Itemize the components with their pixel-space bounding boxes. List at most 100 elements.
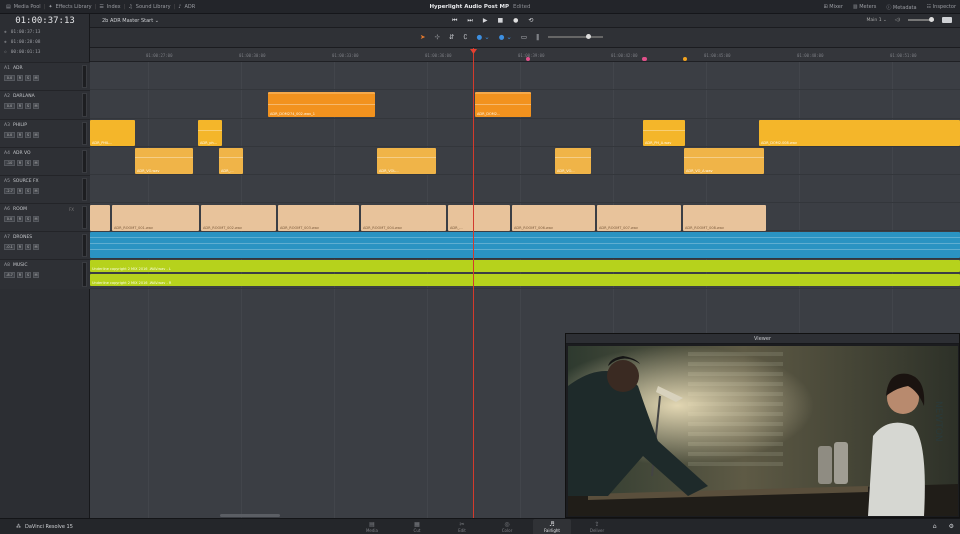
audio-clip[interactable]: ADR_PHIL... xyxy=(90,120,135,146)
audio-clip[interactable]: ADR_PH_A.wav xyxy=(643,120,685,146)
track-volume[interactable]: -10 xyxy=(4,160,15,166)
lane-a1[interactable] xyxy=(90,62,960,90)
mute-button[interactable]: M xyxy=(33,160,39,166)
track-volume[interactable]: -0.1 xyxy=(4,244,15,250)
solo-button[interactable]: S xyxy=(25,103,31,109)
track-header-a6[interactable]: A6 ROOM FX 0.0 R S M xyxy=(0,203,90,231)
audio-clip[interactable]: ADR_ROOMT_007.wav xyxy=(597,205,681,231)
range-tool-icon[interactable]: ⊹ xyxy=(434,33,439,41)
track-header-a1[interactable]: A1 ADR 0.0 R S M xyxy=(0,62,90,90)
timeline-marker[interactable] xyxy=(526,57,530,61)
lane-a2[interactable]: ADR_DOM274_002.wav_1 ADR_DOM2... xyxy=(90,90,960,119)
fast-forward-button[interactable]: ⏭ xyxy=(467,17,472,25)
record-arm-button[interactable]: R xyxy=(17,132,23,138)
record-arm-button[interactable]: R xyxy=(17,103,23,109)
audio-clip-music-left[interactable]: Underline copyright 2 MIX 2016 .WAV.wav … xyxy=(90,260,960,272)
mute-button[interactable]: M xyxy=(33,75,39,81)
effects-library-button[interactable]: Effects Library xyxy=(56,4,92,10)
bus-selector[interactable]: Main 1 ⌄ xyxy=(867,18,887,23)
solo-button[interactable]: S xyxy=(25,75,31,81)
waveform-view-icon[interactable]: ▭ xyxy=(521,33,527,41)
track-header-a5[interactable]: A5 SOURCE FX -2.7 R S M xyxy=(0,175,90,203)
inspector-button[interactable]: ☷ Inspector xyxy=(927,4,956,11)
sound-library-icon[interactable]: ♫ xyxy=(128,4,132,10)
audio-clip[interactable]: ADR_VOL... xyxy=(377,148,436,174)
page-cut[interactable]: ▦ Cut xyxy=(402,521,432,533)
slider-knob[interactable] xyxy=(929,17,934,22)
audio-clip[interactable]: ADR_DOM2... xyxy=(475,92,531,117)
mute-button[interactable]: M xyxy=(33,188,39,194)
flag-icon[interactable]: ● ⌄ xyxy=(499,33,512,41)
mute-button[interactable]: M xyxy=(33,103,39,109)
monitor-volume-slider[interactable] xyxy=(908,17,934,22)
audio-clip[interactable]: ADR_DOM2.008.wav xyxy=(759,120,960,146)
audio-clip-music-right[interactable]: Underline copyright 2 MIX 2016 .WAV.wav … xyxy=(90,274,960,286)
meters-button[interactable]: ▥ Meters xyxy=(853,4,876,11)
track-volume[interactable]: 0.0 xyxy=(4,103,15,109)
stop-button[interactable]: ■ xyxy=(497,17,503,25)
timeline-marker[interactable] xyxy=(643,57,647,61)
audio-clip[interactable] xyxy=(90,205,110,231)
playhead[interactable] xyxy=(473,48,474,518)
track-header-a2[interactable]: A2 DARLANA 0.0 R S M xyxy=(0,90,90,119)
record-arm-button[interactable]: R xyxy=(17,160,23,166)
play-button[interactable]: ▶ xyxy=(483,17,488,25)
audio-clip[interactable]: ADR_... xyxy=(219,148,243,174)
settings-gear-icon[interactable]: ⚙ xyxy=(949,523,954,530)
mute-button[interactable]: M xyxy=(33,216,39,222)
audio-clip[interactable]: ADR_ROOMT_006.wav xyxy=(512,205,595,231)
snapping-icon[interactable]: ∁ xyxy=(463,33,467,41)
solo-button[interactable]: S xyxy=(25,216,31,222)
solo-button[interactable]: S xyxy=(25,272,31,278)
lane-a6[interactable]: ADR_ROOMT_001.wav ADR_ROOMT_002.wav ADR_… xyxy=(90,203,960,231)
adr-icon[interactable]: ♪ xyxy=(178,4,181,10)
mixer-button[interactable]: ⊞ Mixer xyxy=(823,4,842,11)
solo-button[interactable]: S xyxy=(25,244,31,250)
audio-clip[interactable]: ADR_... xyxy=(448,205,510,231)
track-volume[interactable]: 0.0 xyxy=(4,132,15,138)
solo-button[interactable]: S xyxy=(25,132,31,138)
audio-clip[interactable]: ADR_DOM274_002.wav_1 xyxy=(268,92,375,117)
page-media[interactable]: ▤ Media xyxy=(357,521,387,533)
selection-tool-icon[interactable]: ➤ xyxy=(420,33,425,41)
speaker-icon[interactable]: ◁) xyxy=(895,18,900,23)
loop-button[interactable]: ⟲ xyxy=(528,17,533,25)
metadata-button[interactable]: ⓘ Metadata xyxy=(886,4,916,11)
home-icon[interactable]: ⌂ xyxy=(933,523,937,530)
audio-clip[interactable]: ADR_ROOMT_001.wav xyxy=(112,205,199,231)
audio-clip[interactable]: ADR_ROOMT_003.wav xyxy=(278,205,359,231)
record-arm-button[interactable]: R xyxy=(17,244,23,250)
mute-button[interactable]: M xyxy=(33,272,39,278)
zoom-knob[interactable] xyxy=(586,34,592,39)
record-arm-button[interactable]: R xyxy=(17,75,23,81)
solo-button[interactable]: S xyxy=(25,188,31,194)
record-button[interactable]: ● xyxy=(513,17,518,25)
timeline-selector[interactable]: 2b ADR Master Start ⌄ xyxy=(102,18,159,24)
audio-clip[interactable]: ADR_VO_A.wav xyxy=(684,148,764,174)
lane-a5[interactable] xyxy=(90,175,960,203)
track-volume[interactable]: -8.7 xyxy=(4,272,15,278)
audio-clip[interactable]: ADR_VO... xyxy=(555,148,591,174)
mute-button[interactable]: M xyxy=(33,244,39,250)
index-icon[interactable]: ☰ xyxy=(99,4,103,10)
track-volume[interactable]: 0.0 xyxy=(4,75,15,81)
track-header-a7[interactable]: A7 DRONES -0.1 R S M xyxy=(0,231,90,259)
edit-tool-icon[interactable]: ⇵ xyxy=(449,33,454,41)
record-arm-button[interactable]: R xyxy=(17,216,23,222)
track-header-a3[interactable]: A3 PHILIP 0.0 R S M xyxy=(0,119,90,147)
audio-clip[interactable]: ADR_ROOMT_008.wav xyxy=(683,205,766,231)
track-header-a8[interactable]: A8 MUSIC -8.7 R S M xyxy=(0,259,90,289)
page-fairlight[interactable]: ♬ Fairlight xyxy=(533,519,571,534)
mute-button[interactable]: M xyxy=(33,132,39,138)
record-arm-button[interactable]: R xyxy=(17,272,23,278)
track-volume[interactable]: 0.0 xyxy=(4,216,15,222)
track-volume[interactable]: -2.7 xyxy=(4,188,15,194)
timeline-marker[interactable] xyxy=(683,57,687,61)
page-edit[interactable]: ✂ Edit xyxy=(447,521,477,533)
media-pool-button[interactable]: Media Pool xyxy=(14,4,41,10)
link-icon[interactable]: ● ⌄ xyxy=(477,33,490,41)
adr-button[interactable]: ADR xyxy=(184,4,195,10)
rewind-button[interactable]: ⏮ xyxy=(452,17,457,25)
dim-button[interactable] xyxy=(942,17,952,23)
page-deliver[interactable]: ⇪ Deliver xyxy=(582,521,612,533)
